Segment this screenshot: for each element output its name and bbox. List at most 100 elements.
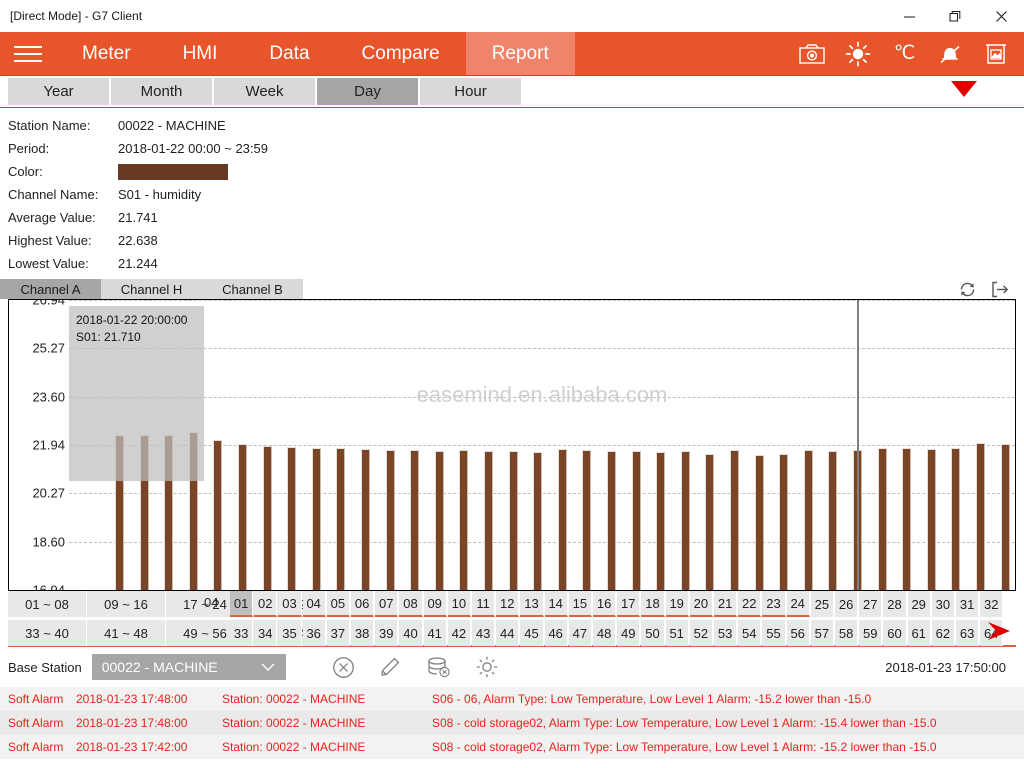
channel-cell-top[interactable]: 10 [448, 591, 471, 617]
bar[interactable] [213, 440, 222, 590]
mute-bell-icon[interactable] [930, 32, 970, 75]
channel-cell-bottom[interactable]: 49 [617, 620, 640, 646]
channel-cell-bottom[interactable]: 33 [230, 620, 253, 646]
bar[interactable] [755, 455, 764, 590]
period-tab-hour[interactable]: Hour [420, 78, 521, 105]
channel-cell-top[interactable]: 17 [617, 591, 640, 617]
channel-cell-top[interactable]: 08 [399, 591, 422, 617]
channel-tab-h[interactable]: Channel H [101, 279, 202, 299]
channel-cell-bottom[interactable]: 60 [883, 620, 906, 646]
bar[interactable] [779, 454, 788, 590]
alarm-row[interactable]: Soft Alarm2018-01-23 17:48:00Station: 00… [0, 711, 1024, 735]
channel-cell-bottom[interactable]: 53 [714, 620, 737, 646]
channel-range-top[interactable]: 09 ~ 16 [87, 591, 166, 617]
channel-cell-top[interactable]: 22 [738, 591, 761, 617]
channel-cell-top[interactable]: 12 [496, 591, 519, 617]
channel-cell-bottom[interactable]: 50 [641, 620, 664, 646]
channel-cell-bottom[interactable]: 34 [254, 620, 277, 646]
channel-cell-bottom[interactable]: 56 [787, 620, 810, 646]
minimize-icon[interactable] [886, 0, 932, 32]
alarm-row[interactable]: Soft Alarm2018-01-23 17:42:00Station: 00… [0, 735, 1024, 759]
channel-cell-bottom[interactable]: 43 [472, 620, 495, 646]
station-select[interactable]: 00022 - MACHINE [92, 654, 286, 680]
nav-tab-report[interactable]: Report [466, 32, 575, 75]
nav-tab-compare[interactable]: Compare [336, 32, 466, 75]
bar[interactable] [386, 450, 395, 590]
channel-cell-top[interactable]: 23 [762, 591, 785, 617]
bar[interactable] [804, 450, 813, 590]
channel-cell-bottom[interactable]: 63 [956, 620, 979, 646]
channel-cell-bottom[interactable]: 58 [835, 620, 858, 646]
close-icon[interactable] [978, 0, 1024, 32]
channel-cell-bottom[interactable]: 45 [520, 620, 543, 646]
channel-cell-top[interactable]: 31 [956, 591, 979, 617]
period-tab-day[interactable]: Day [317, 78, 418, 105]
bar[interactable] [951, 448, 960, 590]
cancel-circle-icon[interactable] [332, 656, 355, 679]
channel-cell-top[interactable]: 30 [932, 591, 955, 617]
channel-cell-bottom[interactable]: 48 [593, 620, 616, 646]
channel-cell-bottom[interactable]: 46 [545, 620, 568, 646]
channel-range-bottom[interactable]: 41 ~ 48 [87, 620, 166, 646]
refresh-icon[interactable] [958, 280, 977, 299]
bar[interactable] [1001, 444, 1010, 590]
channel-cell-bottom[interactable]: 42 [448, 620, 471, 646]
channel-cell-top[interactable]: 11 [472, 591, 495, 617]
bar[interactable] [656, 452, 665, 590]
next-arrow-icon[interactable] [984, 619, 1014, 648]
channel-cell-bottom[interactable]: 57 [811, 620, 834, 646]
bar[interactable] [509, 451, 518, 590]
channel-cell-bottom[interactable]: 47 [569, 620, 592, 646]
channel-cell-top[interactable]: 20 [690, 591, 713, 617]
channel-cell-top[interactable]: 25 [811, 591, 834, 617]
alarm-row[interactable]: Soft Alarm2018-01-23 17:48:00Station: 00… [0, 687, 1024, 711]
channel-range-bottom[interactable]: 33 ~ 40 [8, 620, 87, 646]
bar[interactable] [705, 454, 714, 590]
color-swatch[interactable] [118, 164, 228, 180]
channel-range-top[interactable]: 01 ~ 08 [8, 591, 87, 617]
bar[interactable] [287, 447, 296, 590]
channel-cell-top[interactable]: 05 [327, 591, 350, 617]
database-delete-icon[interactable] [426, 656, 451, 679]
bar[interactable] [582, 450, 591, 590]
bar[interactable] [902, 448, 911, 590]
bar[interactable] [607, 451, 616, 590]
bar[interactable] [878, 448, 887, 590]
camera-icon[interactable] [792, 32, 832, 75]
image-trash-icon[interactable] [976, 32, 1016, 75]
channel-cell-bottom[interactable]: 55 [762, 620, 785, 646]
bar[interactable] [681, 451, 690, 590]
nav-tab-data[interactable]: Data [243, 32, 335, 75]
channel-cell-bottom[interactable]: 37 [327, 620, 350, 646]
channel-cell-top[interactable]: 29 [908, 591, 931, 617]
channel-tab-a[interactable]: Channel A [0, 279, 101, 299]
bar[interactable] [927, 449, 936, 590]
channel-cell-bottom[interactable]: 41 [424, 620, 447, 646]
celsius-icon[interactable]: ℃ [884, 32, 924, 75]
channel-cell-top[interactable]: 01 [230, 591, 253, 617]
period-tab-month[interactable]: Month [111, 78, 212, 105]
bar[interactable] [459, 450, 468, 590]
bar[interactable] [312, 448, 321, 590]
channel-tab-b[interactable]: Channel B [202, 279, 303, 299]
bar[interactable] [435, 451, 444, 590]
channel-cell-top[interactable]: 06 [351, 591, 374, 617]
channel-cell-top[interactable]: 14 [545, 591, 568, 617]
bar[interactable] [730, 450, 739, 590]
channel-cell-bottom[interactable]: 40 [399, 620, 422, 646]
brightness-icon[interactable] [838, 32, 878, 75]
channel-cell-bottom[interactable]: 62 [932, 620, 955, 646]
channel-cell-bottom[interactable]: 51 [666, 620, 689, 646]
channel-cell-bottom[interactable]: 36 [303, 620, 326, 646]
bar[interactable] [632, 451, 641, 590]
channel-cell-top[interactable]: 27 [859, 591, 882, 617]
settings-gear-icon[interactable] [475, 655, 499, 679]
channel-cell-top[interactable]: 02 [254, 591, 277, 617]
edit-pencil-icon[interactable] [379, 656, 402, 679]
channel-cell-top[interactable]: 24 [787, 591, 810, 617]
bar[interactable] [336, 448, 345, 590]
channel-cell-top[interactable]: 04 [303, 591, 326, 617]
nav-tab-meter[interactable]: Meter [56, 32, 157, 75]
hamburger-icon[interactable] [0, 32, 56, 75]
channel-cell-top[interactable]: 07 [375, 591, 398, 617]
